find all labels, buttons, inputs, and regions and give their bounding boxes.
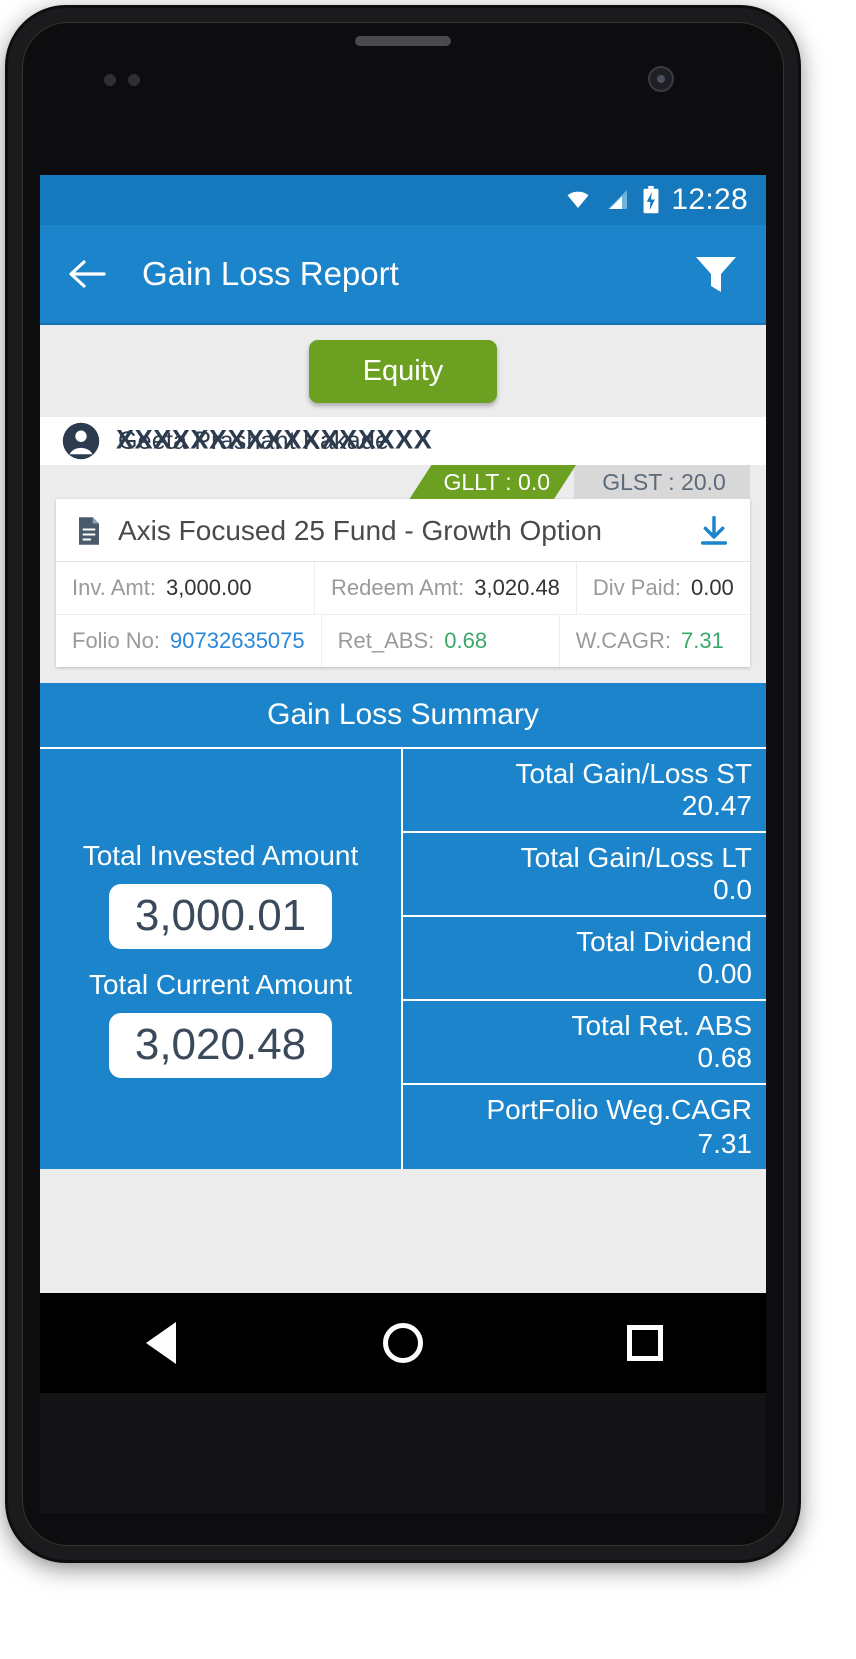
- page-title: Gain Loss Report: [142, 255, 399, 292]
- download-icon[interactable]: [698, 515, 730, 547]
- summary-metric-value: 20.47: [681, 790, 752, 821]
- arrow-back-icon: [69, 260, 106, 288]
- front-camera: [648, 66, 674, 92]
- total-invested-label: Total Invested Amount: [82, 840, 359, 872]
- detail-label: Folio No:: [72, 628, 161, 653]
- android-navigation-bar: [40, 1293, 766, 1393]
- investor-row[interactable]: Geeta Prashant Kakade XXXXXXXXXXXXXXXXX: [40, 417, 766, 465]
- badge-glst: GLST : 20.0: [574, 465, 750, 499]
- status-bar-clock: 12:28: [671, 183, 748, 216]
- detail-label: Redeem Amt:: [331, 575, 465, 600]
- badge-gllt: GLLT : 0.0: [409, 465, 576, 499]
- detail-value: 0.00: [690, 575, 734, 600]
- nav-recents-square-icon: [627, 1325, 663, 1361]
- nav-home-button[interactable]: [368, 1308, 438, 1378]
- detail-value: 7.31: [680, 628, 724, 653]
- summary-metric-label: Total Dividend: [576, 926, 752, 957]
- detail-value: 0.68: [444, 628, 488, 653]
- fund-detail-row: Folio No: 90732635075 Ret_ABS: 0.68 W.CA…: [56, 615, 750, 667]
- summary-body: Total Invested Amount 3,000.01 Total Cur…: [40, 749, 766, 1169]
- filter-button[interactable]: [690, 248, 742, 300]
- document-icon: [79, 517, 99, 545]
- summary-metric: Total Ret. ABS 0.68: [403, 1001, 766, 1085]
- summary-metric-value: 0.00: [697, 958, 753, 989]
- earpiece-speaker: [355, 36, 451, 46]
- equity-tab-button[interactable]: Equity: [308, 339, 498, 403]
- summary-metric: Total Dividend 0.00: [403, 917, 766, 1001]
- fund-detail-cell: Folio No: 90732635075: [56, 615, 321, 667]
- summary-metric: PortFolio Weg.CAGR 7.31: [403, 1085, 766, 1169]
- proximity-sensors: [104, 74, 162, 86]
- page-bottom-space: [40, 1169, 766, 1289]
- fund-detail-cell: Inv. Amt: 3,000.00: [56, 562, 314, 614]
- detail-value: 3,000.00: [165, 575, 252, 600]
- detail-value-folio[interactable]: 90732635075: [170, 628, 305, 654]
- nav-recents-button[interactable]: [610, 1308, 680, 1378]
- total-invested-value: 3,000.01: [108, 884, 333, 949]
- investor-name-redaction: XXXXXXXXXXXXXXXXX: [116, 424, 433, 455]
- fund-detail-row: Inv. Amt: 3,000.00 Redeem Amt: 3,020.48 …: [56, 562, 750, 615]
- back-button[interactable]: [64, 251, 110, 297]
- gain-loss-badges: GLLT : 0.0 GLST : 20.0: [56, 465, 750, 499]
- phone-screen: 12:28 Gain Loss Report Equity Geeta Pras…: [40, 175, 766, 1393]
- detail-value: 3,020.48: [474, 575, 560, 600]
- fund-detail-cell: W.CAGR: 7.31: [558, 615, 750, 667]
- summary-metric-label: PortFolio Weg.CAGR: [486, 1094, 752, 1125]
- gain-loss-summary: Gain Loss Summary Total Invested Amount …: [40, 683, 766, 1169]
- total-current-value: 3,020.48: [108, 1013, 333, 1078]
- segment-bar: Equity: [40, 325, 766, 417]
- signal-icon: [608, 190, 628, 209]
- account-circle-icon: [62, 422, 100, 460]
- summary-metric-value: 0.68: [697, 1042, 753, 1073]
- filter-icon: [696, 257, 736, 292]
- app-bar: Gain Loss Report: [40, 225, 766, 325]
- detail-label: Div Paid:: [592, 575, 681, 600]
- investor-name-wrap: Geeta Prashant Kakade XXXXXXXXXXXXXXXXX: [116, 424, 432, 458]
- summary-metric-label: Total Gain/Loss ST: [515, 758, 752, 789]
- fund-name: Axis Focused 25 Fund - Growth Option: [118, 515, 602, 546]
- detail-label: Inv. Amt:: [72, 575, 156, 600]
- fund-detail-cell: Div Paid: 0.00: [575, 562, 750, 614]
- summary-title: Gain Loss Summary: [40, 683, 766, 749]
- fund-card-zone: GLLT : 0.0 GLST : 20.0 Axis Focused 25 F…: [40, 465, 766, 683]
- summary-metric-label: Total Ret. ABS: [571, 1010, 752, 1041]
- summary-right-panel: Total Gain/Loss ST 20.47 Total Gain/Loss…: [403, 749, 766, 1169]
- fund-card-header: Axis Focused 25 Fund - Growth Option: [56, 499, 750, 562]
- fund-detail-cell: Redeem Amt: 3,020.48: [314, 562, 576, 614]
- nav-back-button[interactable]: [126, 1308, 196, 1378]
- total-current-label: Total Current Amount: [88, 969, 353, 1000]
- summary-metric-value: 0.0: [713, 874, 752, 905]
- summary-metric: Total Gain/Loss LT 0.0: [403, 833, 766, 917]
- detail-label: W.CAGR:: [575, 628, 671, 653]
- summary-metric-value: 7.31: [697, 1128, 753, 1159]
- phone-bottom-chin: [40, 1393, 766, 1513]
- status-bar: 12:28: [40, 175, 766, 225]
- fund-card[interactable]: Axis Focused 25 Fund - Growth Option Inv…: [56, 499, 750, 667]
- nav-back-triangle-icon: [146, 1322, 176, 1364]
- detail-label: Ret_ABS:: [337, 628, 435, 653]
- summary-metric: Total Gain/Loss ST 20.47: [403, 749, 766, 833]
- wifi-icon: [567, 191, 589, 208]
- summary-left-panel: Total Invested Amount 3,000.01 Total Cur…: [40, 749, 403, 1169]
- fund-detail-cell: Ret_ABS: 0.68: [320, 615, 559, 667]
- nav-home-circle-icon: [383, 1323, 423, 1363]
- battery-charging-icon: [643, 186, 659, 214]
- summary-metric-label: Total Gain/Loss LT: [520, 842, 752, 873]
